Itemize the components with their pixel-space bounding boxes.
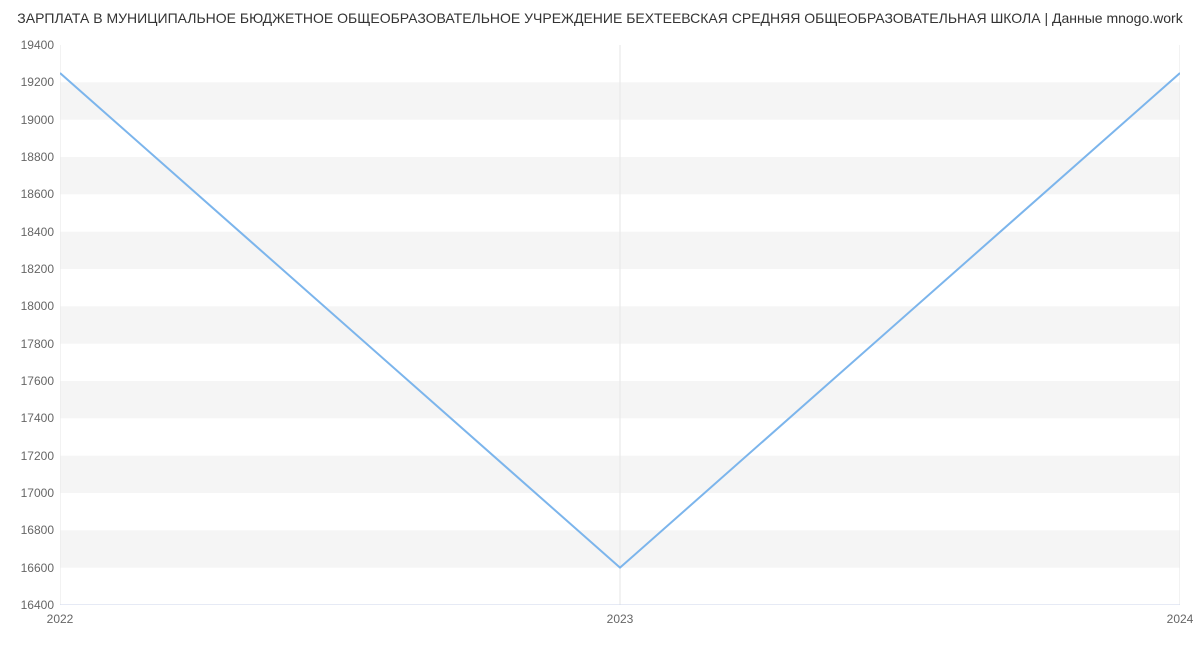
chart-svg [60,45,1180,605]
y-tick-label: 18200 [4,262,54,276]
y-tick-label: 18400 [4,225,54,239]
y-tick-label: 16400 [4,598,54,612]
chart-title: ЗАРПЛАТА В МУНИЦИПАЛЬНОЕ БЮДЖЕТНОЕ ОБЩЕО… [0,10,1200,26]
y-tick-label: 16600 [4,561,54,575]
y-tick-label: 19200 [4,75,54,89]
y-tick-label: 19400 [4,38,54,52]
x-tick-label: 2023 [607,612,634,626]
x-tick-label: 2022 [47,612,74,626]
y-tick-label: 16800 [4,523,54,537]
y-tick-label: 17000 [4,486,54,500]
chart-container: ЗАРПЛАТА В МУНИЦИПАЛЬНОЕ БЮДЖЕТНОЕ ОБЩЕО… [0,0,1200,650]
y-tick-label: 17600 [4,374,54,388]
y-tick-label: 17800 [4,337,54,351]
y-tick-label: 18600 [4,187,54,201]
y-tick-label: 18800 [4,150,54,164]
y-tick-label: 17200 [4,449,54,463]
y-tick-label: 17400 [4,411,54,425]
y-tick-label: 19000 [4,113,54,127]
y-tick-label: 18000 [4,299,54,313]
plot-area [60,45,1180,605]
x-tick-label: 2024 [1167,612,1194,626]
